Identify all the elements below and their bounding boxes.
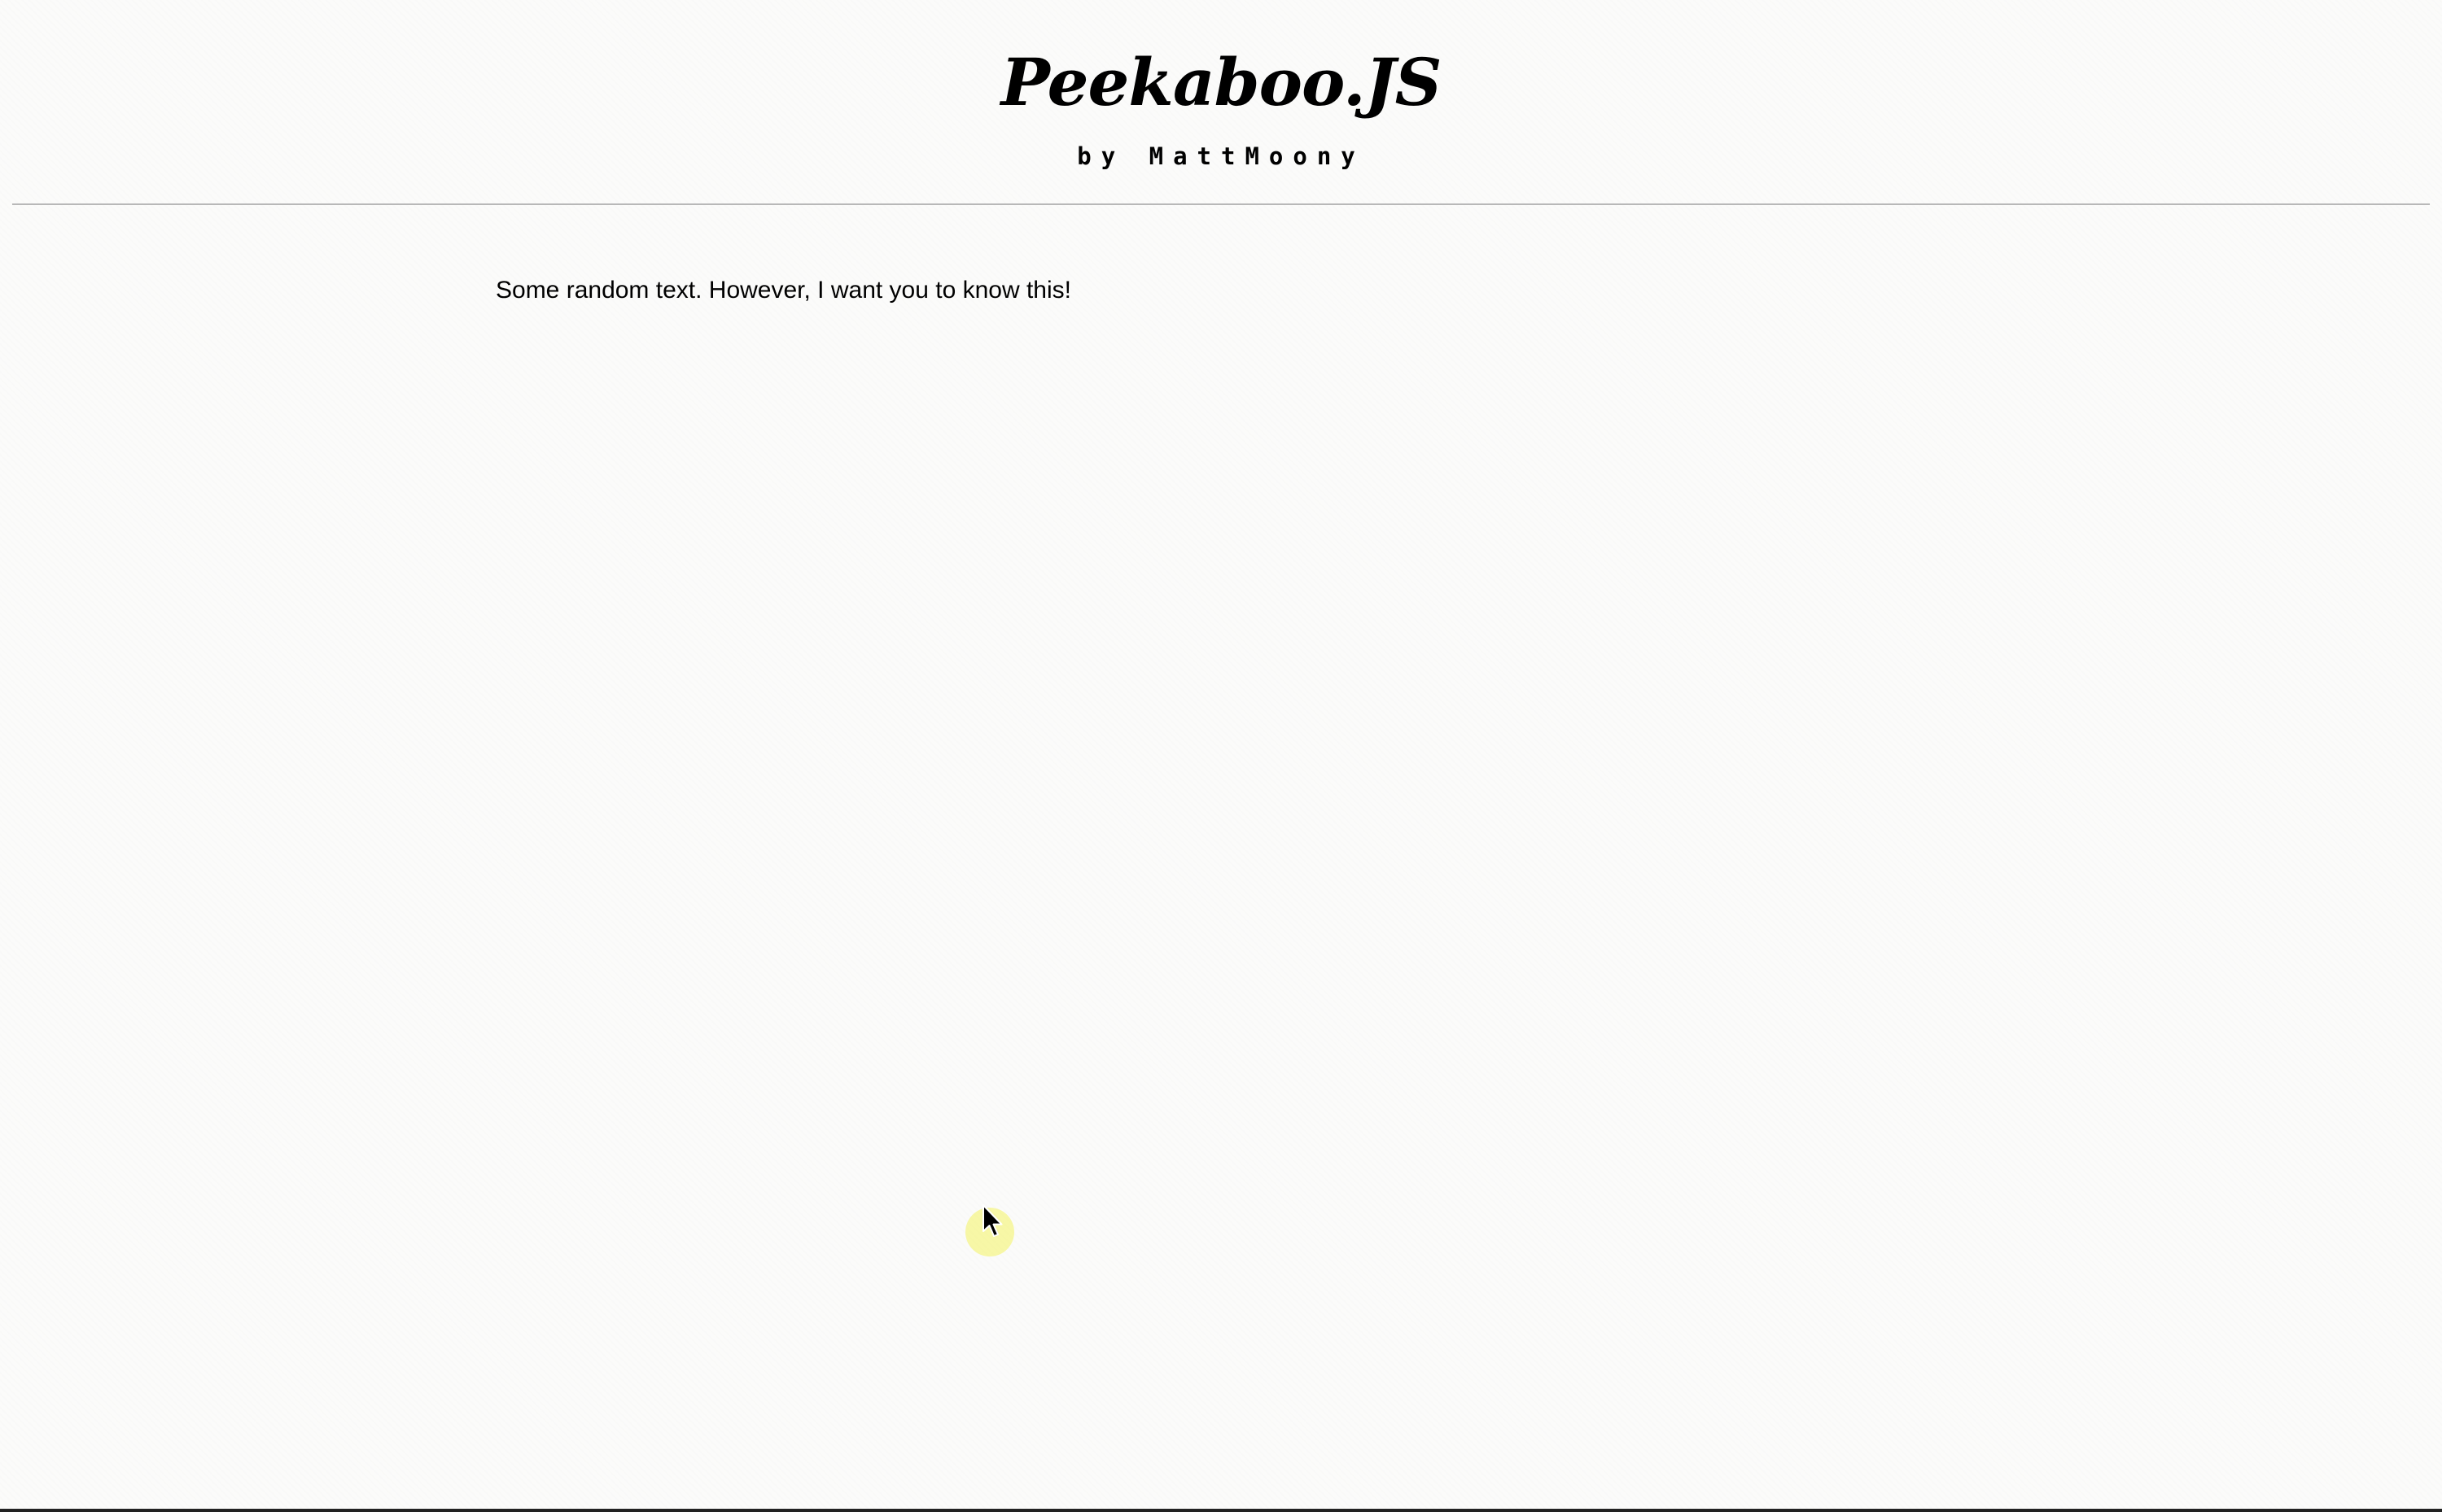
- mouse-pointer-icon: [982, 1204, 1003, 1237]
- random-text-paragraph: Some random text. However, I want you to…: [496, 277, 1071, 304]
- header-divider: [12, 203, 2430, 205]
- author-byline: by MattMoony: [1077, 142, 1365, 170]
- page-title: Peekaboo.JS: [1000, 44, 1442, 120]
- mouse-cursor: [965, 1204, 1014, 1256]
- page-header: Peekaboo.JS by MattMoony: [0, 0, 2442, 205]
- window-bottom-edge: [0, 1509, 2442, 1512]
